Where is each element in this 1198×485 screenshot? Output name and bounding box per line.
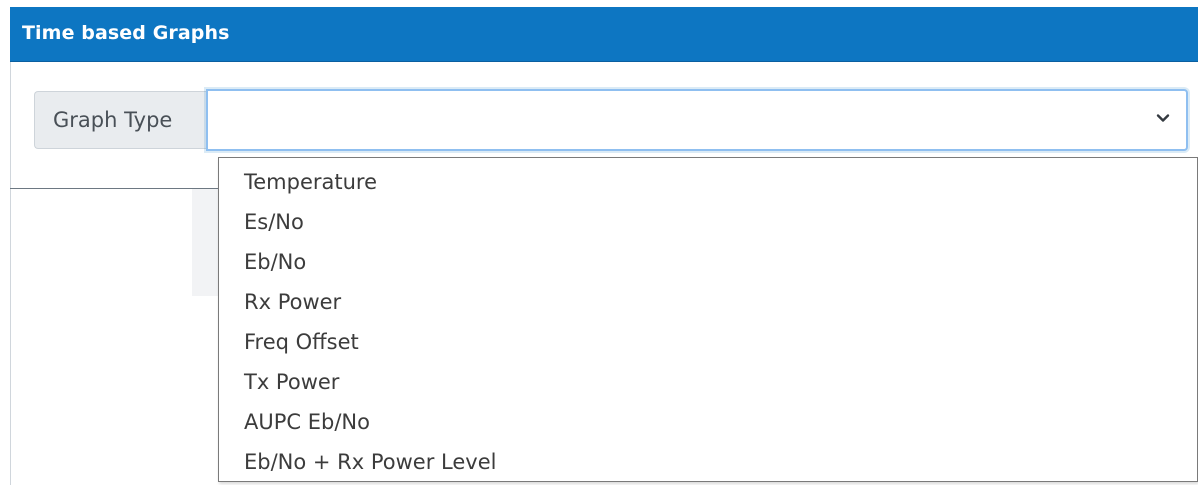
option-temperature[interactable]: Temperature [244,162,377,202]
panel-header: Time based Graphs [10,7,1198,62]
graph-type-dropdown-list: Temperature Es/No Eb/No Rx Power Freq Of… [218,157,1198,482]
option-eb-no[interactable]: Eb/No [244,242,306,282]
chevron-down-icon [1156,114,1170,122]
option-tx-power[interactable]: Tx Power [244,362,339,402]
option-rx-power[interactable]: Rx Power [244,282,341,322]
option-freq-offset[interactable]: Freq Offset [244,322,359,362]
graph-type-select[interactable] [206,89,1188,151]
panel-left-border [10,62,11,485]
graph-type-input-group: Graph Type [34,89,1188,151]
panel-title: Time based Graphs [22,22,230,44]
graph-type-label-addon: Graph Type [34,91,206,149]
graph-type-label: Graph Type [53,108,173,132]
option-aupc-eb-no[interactable]: AUPC Eb/No [244,402,370,442]
option-es-no[interactable]: Es/No [244,202,304,242]
option-eb-no-rx-power-level[interactable]: Eb/No + Rx Power Level [244,442,496,482]
obscured-content-block [192,189,218,296]
section-divider [10,188,218,189]
